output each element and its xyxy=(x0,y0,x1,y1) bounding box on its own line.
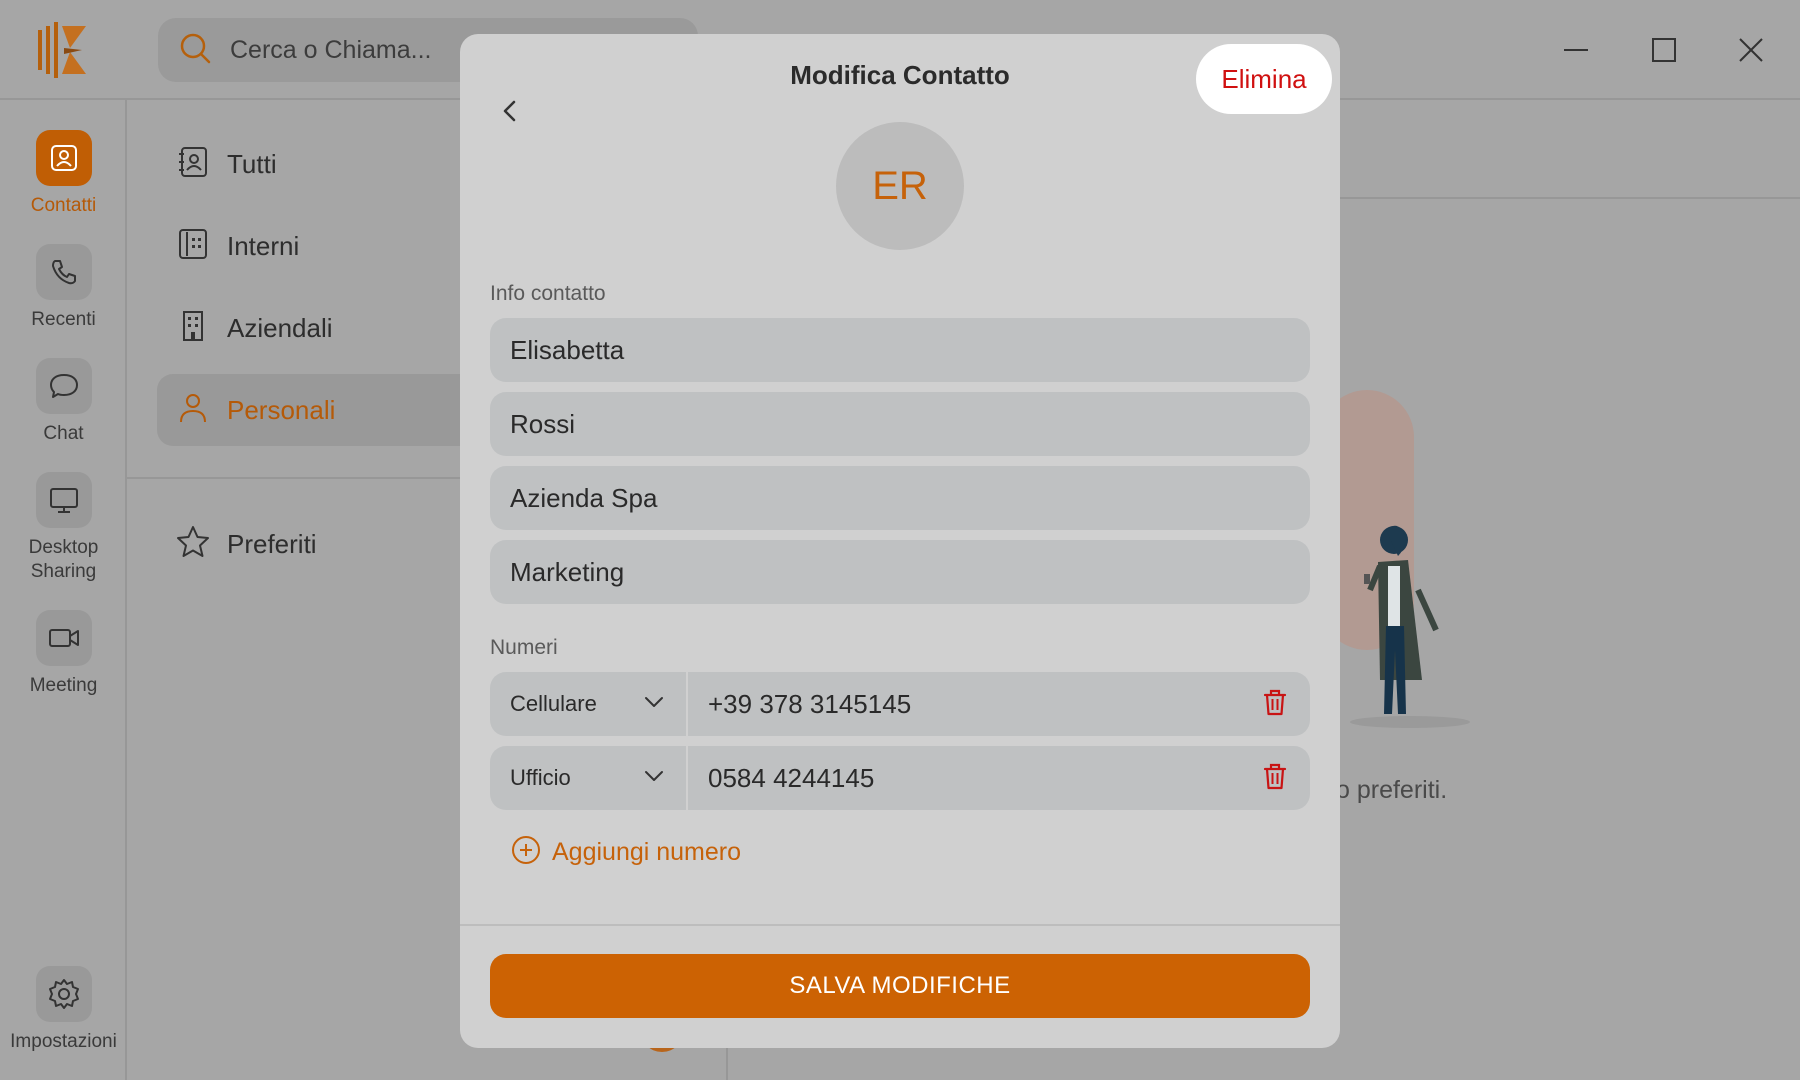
phone-number-field[interactable]: +39 378 3145145 xyxy=(688,672,1240,736)
rail-label: Recenti xyxy=(31,309,96,330)
number-type-value: Cellulare xyxy=(510,691,597,716)
edit-contact-dialog: Modifica Contatto Elimina ER Info contat… xyxy=(460,34,1340,1048)
contacts-icon xyxy=(35,130,92,186)
nav-item-preferiti[interactable]: Preferiti xyxy=(157,508,487,580)
rail-label: Meeting xyxy=(29,675,98,696)
nav-item-label: Interni xyxy=(227,230,300,261)
phone-number-field[interactable]: 0584 4244145 xyxy=(688,746,1240,810)
empty-state-text: o preferiti. xyxy=(1336,776,1448,804)
nav-item-personali[interactable]: Personali xyxy=(157,374,487,446)
back-button[interactable] xyxy=(482,78,538,148)
rail-label: Impostazioni xyxy=(10,1031,117,1052)
gear-icon xyxy=(35,966,92,1022)
phone-number-row: Cellulare +39 378 3145145 xyxy=(490,672,1310,736)
phone-number-row: Ufficio 0584 4244145 xyxy=(490,746,1310,810)
intercom-icon xyxy=(175,226,211,267)
close-window-button[interactable] xyxy=(1731,30,1771,70)
rail-item-chat[interactable]: Chat xyxy=(0,358,127,446)
search-icon xyxy=(178,31,212,70)
rail-item-desktop-sharing[interactable]: Desktop Sharing xyxy=(0,472,127,584)
chevron-left-icon xyxy=(495,96,525,131)
last-name-field[interactable]: Rossi xyxy=(490,392,1310,456)
rail-item-meeting[interactable]: Meeting xyxy=(0,610,127,698)
number-type-select[interactable]: Ufficio xyxy=(490,746,688,810)
content-divider xyxy=(1340,197,1800,199)
contact-info-label: Info contatto xyxy=(490,282,606,305)
rail-label-line2: Sharing xyxy=(30,561,97,582)
chevron-down-icon xyxy=(642,764,666,793)
nav-item-label: Preferiti xyxy=(227,528,317,559)
delete-number-button[interactable] xyxy=(1240,746,1310,810)
add-number-label: Aggiungi numero xyxy=(552,838,742,866)
monitor-icon xyxy=(35,472,92,528)
department-field[interactable]: Marketing xyxy=(490,540,1310,604)
avatar: ER xyxy=(836,122,964,250)
footer-divider xyxy=(460,924,1340,926)
trash-icon xyxy=(1260,687,1290,722)
chat-bubble-icon xyxy=(35,358,92,414)
nav-item-tutti[interactable]: Tutti xyxy=(157,128,487,200)
app-logo xyxy=(32,18,96,82)
minimize-button[interactable] xyxy=(1556,30,1596,70)
rail-label: Contatti xyxy=(30,195,97,216)
nav-item-label: Aziendali xyxy=(227,312,333,343)
search-placeholder: Cerca o Chiama... xyxy=(230,35,432,64)
rail-label-line1: Desktop xyxy=(28,537,99,558)
nav-item-label: Tutti xyxy=(227,148,277,179)
delete-number-button[interactable] xyxy=(1240,672,1310,736)
phone-icon xyxy=(35,244,92,300)
first-name-field[interactable]: Elisabetta xyxy=(490,318,1310,382)
chevron-down-icon xyxy=(642,690,666,719)
video-camera-icon xyxy=(35,610,92,666)
rail-item-impostazioni[interactable]: Impostazioni xyxy=(0,966,127,1054)
address-book-icon xyxy=(175,144,211,185)
nav-divider xyxy=(127,477,462,479)
rail-label: Chat xyxy=(43,423,84,444)
trash-icon xyxy=(1260,761,1290,796)
contacts-nav: Tutti Interni Aziendali Personali Prefer… xyxy=(127,100,487,1080)
plus-circle-icon xyxy=(510,834,542,871)
add-number-button[interactable]: Aggiungi numero xyxy=(510,834,741,871)
number-type-value: Ufficio xyxy=(510,765,571,790)
delete-contact-button[interactable]: Elimina xyxy=(1196,44,1332,114)
maximize-button[interactable] xyxy=(1644,30,1684,70)
nav-item-aziendali[interactable]: Aziendali xyxy=(157,292,487,364)
number-type-select[interactable]: Cellulare xyxy=(490,672,688,736)
save-changes-button[interactable]: SALVA MODIFICHE xyxy=(490,954,1310,1018)
rail-item-recenti[interactable]: Recenti xyxy=(0,244,127,332)
person-icon xyxy=(175,390,211,431)
nav-item-interni[interactable]: Interni xyxy=(157,210,487,282)
numbers-label: Numeri xyxy=(490,636,558,659)
building-icon xyxy=(175,308,211,349)
nav-item-label: Personali xyxy=(227,394,336,425)
rail-item-contatti[interactable]: Contatti xyxy=(0,130,127,218)
star-icon xyxy=(175,524,211,565)
main-rail: Contatti Recenti Chat Desktop Sharing Me… xyxy=(0,100,127,1080)
company-field[interactable]: Azienda Spa xyxy=(490,466,1310,530)
